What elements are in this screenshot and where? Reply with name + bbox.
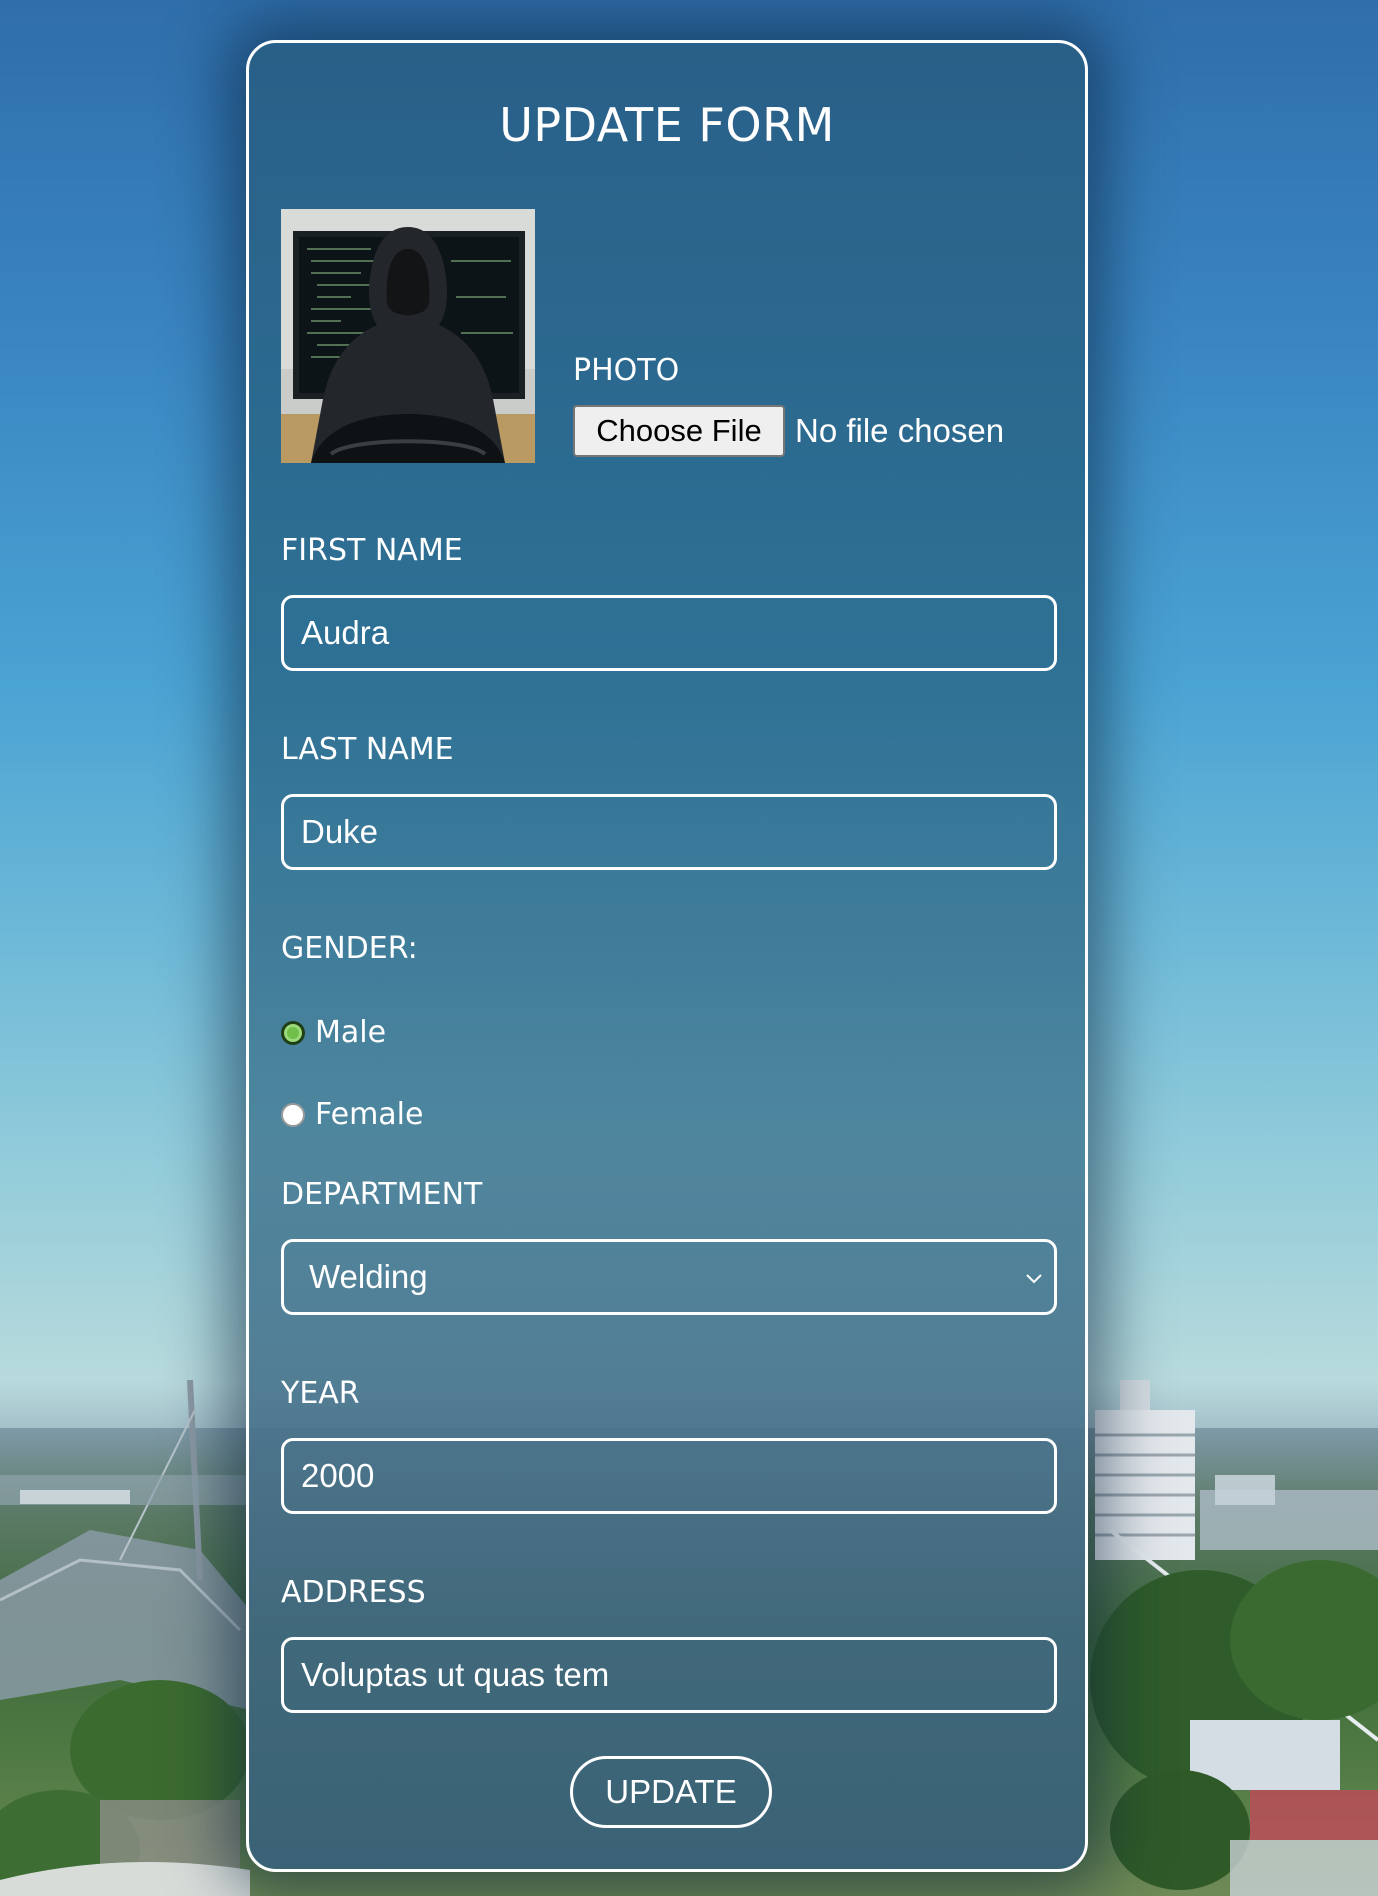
chevron-down-icon	[1026, 1274, 1042, 1284]
gender-option-female[interactable]: Female	[281, 1097, 423, 1132]
year-label: YEAR	[281, 1376, 360, 1411]
profile-photo	[281, 209, 535, 463]
department-select[interactable]: Welding	[281, 1239, 1057, 1315]
last-name-input[interactable]: Duke	[281, 794, 1057, 870]
choose-file-button[interactable]: Choose File	[573, 405, 785, 457]
gender-label: GENDER:	[281, 931, 418, 966]
gender-option-male[interactable]: Male	[281, 1015, 386, 1050]
department-selected-value: Welding	[309, 1258, 428, 1295]
form-title: UPDATE FORM	[499, 98, 835, 152]
address-label: ADDRESS	[281, 1575, 426, 1610]
photo-file-input[interactable]: Choose File No file chosen	[573, 405, 1004, 457]
gender-option-label: Female	[315, 1097, 424, 1132]
address-input[interactable]: Voluptas ut quas tem	[281, 1637, 1057, 1713]
last-name-label: LAST NAME	[281, 732, 454, 767]
year-input[interactable]: 2000	[281, 1438, 1057, 1514]
radio-unchecked-icon[interactable]	[281, 1102, 305, 1127]
first-name-input[interactable]: Audra	[281, 595, 1057, 671]
radio-checked-icon[interactable]	[281, 1020, 305, 1045]
update-form-card: UPDATE FORM PHOTO Choose File No file ch…	[246, 40, 1088, 1872]
update-button[interactable]: UPDATE	[570, 1756, 772, 1828]
file-status-text: No file chosen	[795, 412, 1005, 449]
department-label: DEPARTMENT	[281, 1177, 483, 1212]
photo-label: PHOTO	[573, 353, 680, 388]
gender-option-label: Male	[315, 1015, 387, 1050]
first-name-label: FIRST NAME	[281, 533, 463, 568]
